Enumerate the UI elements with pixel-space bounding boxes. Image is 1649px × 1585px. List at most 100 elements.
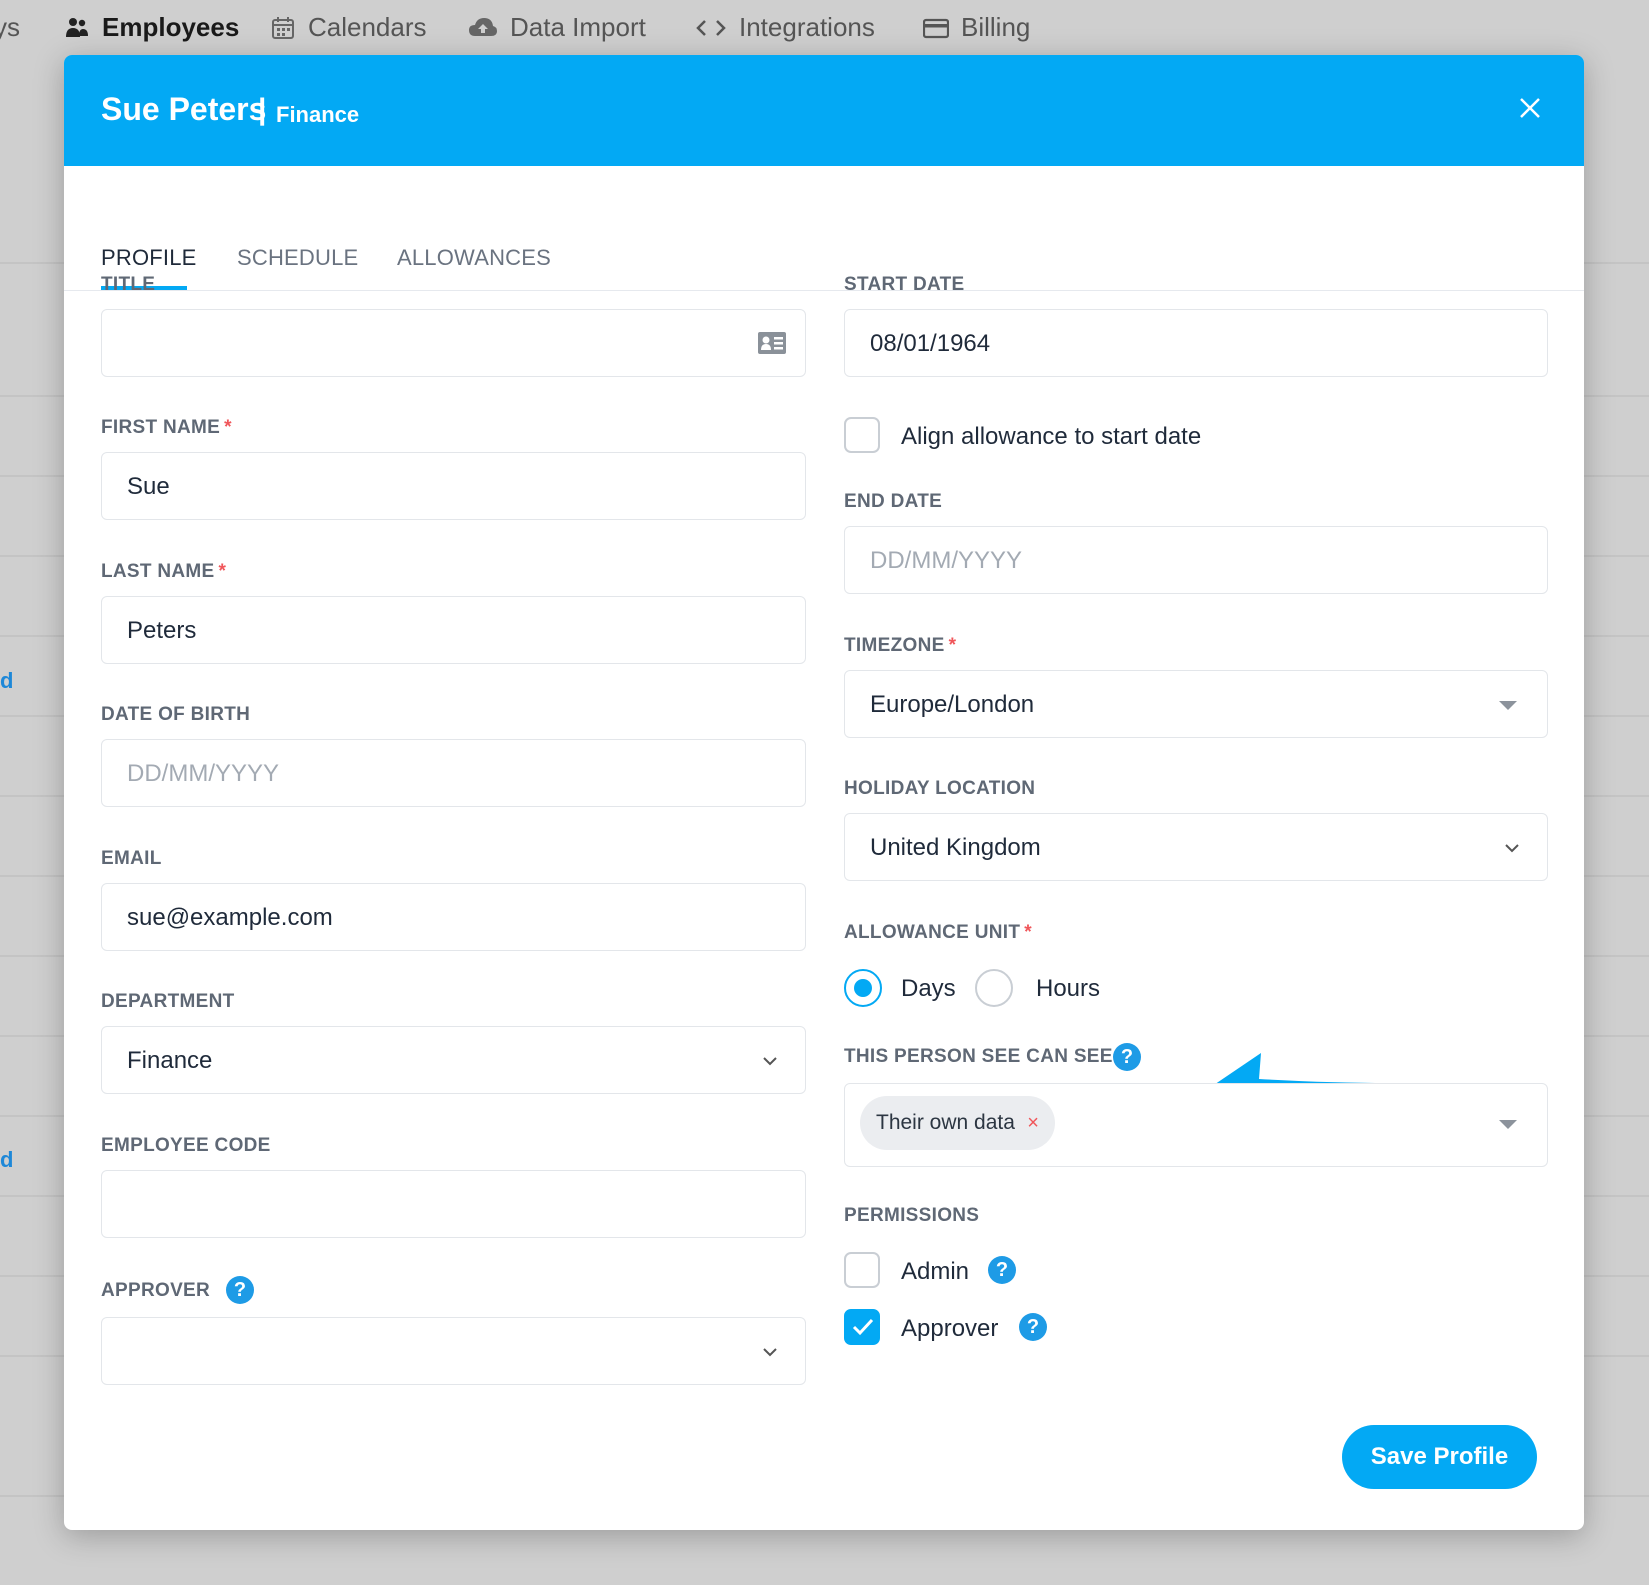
email-field[interactable]: sue@example.com	[101, 883, 806, 951]
nav-item-label: Billing	[961, 12, 1031, 42]
nav-item-partial[interactable]: ys	[0, 12, 20, 43]
department-select[interactable]: Finance	[101, 1026, 806, 1094]
start-date-value: 08/01/1964	[870, 330, 991, 357]
holiday-location-value: United Kingdom	[870, 834, 1041, 861]
holiday-location-label: HOLIDAY LOCATION	[844, 778, 1036, 799]
approver-label: APPROVER	[101, 1280, 211, 1301]
end-date-field[interactable]: DD/MM/YYYY	[844, 526, 1548, 594]
dob-label: DATE OF BIRTH	[101, 704, 251, 725]
modal-header: Sue Peters | Finance	[64, 55, 1584, 166]
title-separator: |	[258, 93, 267, 126]
admin-checkbox-label: Admin	[901, 1258, 970, 1285]
department-value: Finance	[127, 1047, 213, 1074]
employee-name: Sue Peters	[101, 91, 267, 127]
tab-profile[interactable]: PROFILE	[101, 245, 197, 271]
required-marker: *	[224, 417, 232, 438]
cloud-upload-icon	[469, 17, 497, 36]
holiday-location-select[interactable]: United Kingdom	[844, 813, 1548, 881]
employee-department: Finance	[276, 102, 360, 127]
start-date-field[interactable]: 08/01/1964	[844, 309, 1548, 377]
nav-item-integrations[interactable]: Integrations	[695, 12, 875, 43]
required-marker: *	[948, 635, 957, 656]
last-name-label-text: LAST NAME	[101, 561, 215, 582]
nav-item-label: Integrations	[739, 12, 875, 42]
tag-remove-icon[interactable]: ×	[1027, 1112, 1039, 1135]
close-icon[interactable]	[1515, 93, 1545, 123]
days-radio-label: Days	[901, 975, 956, 1002]
first-name-field[interactable]: Sue	[101, 452, 806, 520]
email-value: sue@example.com	[127, 904, 333, 931]
credit-card-icon	[923, 18, 949, 38]
visibility-label: THIS PERSON SEE CAN SEE	[844, 1046, 1113, 1067]
nav-item-label: Data Import	[510, 12, 646, 42]
align-allowance-checkbox[interactable]	[844, 417, 880, 453]
title-field[interactable]	[101, 309, 806, 377]
timezone-label-text: TIMEZONE	[844, 635, 945, 656]
dob-placeholder: DD/MM/YYYY	[127, 760, 280, 787]
calendar-icon	[272, 16, 294, 39]
nav-item-data-import[interactable]: Data Import	[468, 12, 646, 43]
align-allowance-label: Align allowance to start date	[901, 423, 1202, 450]
nav-item-calendars[interactable]: Calendars	[270, 12, 427, 43]
allowance-unit-label: ALLOWANCE UNIT *	[844, 922, 1032, 944]
email-label: EMAIL	[101, 848, 162, 869]
chevron-down-icon	[1505, 844, 1519, 853]
save-profile-button[interactable]: Save Profile	[1342, 1425, 1537, 1489]
allowance-unit-label-text: ALLOWANCE UNIT	[844, 922, 1021, 943]
timezone-value: Europe/London	[870, 691, 1035, 718]
users-icon	[66, 17, 88, 37]
hours-radio[interactable]	[975, 969, 1013, 1007]
permissions-label: PERMISSIONS	[844, 1205, 980, 1226]
nav-item-billing[interactable]: Billing	[923, 12, 1030, 43]
top-navigation: ys Employees Calendars Data Import Integ…	[0, 0, 1649, 56]
checkmark-icon	[852, 1318, 874, 1336]
department-label: DEPARTMENT	[101, 991, 235, 1012]
tab-schedule[interactable]: SCHEDULE	[237, 245, 358, 271]
visibility-multiselect[interactable]: Their own data ×	[844, 1083, 1548, 1167]
end-date-placeholder: DD/MM/YYYY	[870, 547, 1023, 574]
nav-item-employees[interactable]: Employees	[64, 12, 239, 43]
dob-field[interactable]: DD/MM/YYYY	[101, 739, 806, 807]
chevron-down-icon	[763, 1348, 777, 1357]
last-name-value: Peters	[127, 617, 197, 644]
nav-item-partial-label: ys	[0, 12, 20, 42]
code-icon	[696, 19, 726, 36]
bg-link-fragment[interactable]: d	[0, 668, 13, 694]
approver-permission-help-icon[interactable]: ?	[1019, 1313, 1047, 1341]
employee-code-label: EMPLOYEE CODE	[101, 1135, 271, 1156]
chevron-down-icon	[763, 1057, 777, 1066]
visibility-tag-label: Their own data	[876, 1111, 1015, 1134]
approver-checkbox[interactable]	[844, 1309, 880, 1345]
required-marker: *	[218, 561, 227, 582]
title-label: TITLE	[101, 274, 156, 295]
approver-select[interactable]	[101, 1317, 806, 1385]
employee-profile-modal: Sue Peters | Finance PROFILE SCHEDULE AL…	[64, 55, 1584, 1530]
required-marker: *	[1024, 922, 1032, 943]
admin-help-icon[interactable]: ?	[988, 1256, 1016, 1284]
caret-down-icon	[1499, 1120, 1517, 1129]
start-date-label: START DATE	[844, 274, 965, 295]
timezone-select[interactable]: Europe/London	[844, 670, 1548, 738]
visibility-help-icon[interactable]: ?	[1113, 1043, 1141, 1071]
end-date-label: END DATE	[844, 491, 943, 512]
first-name-label: FIRST NAME *	[101, 417, 232, 439]
last-name-label: LAST NAME *	[101, 561, 226, 583]
first-name-value: Sue	[127, 473, 170, 500]
timezone-label: TIMEZONE *	[844, 635, 956, 657]
tab-allowances[interactable]: ALLOWANCES	[397, 245, 551, 271]
admin-checkbox[interactable]	[844, 1252, 880, 1288]
caret-down-icon	[1499, 701, 1517, 710]
contact-card-icon[interactable]	[757, 331, 787, 355]
nav-item-label: Calendars	[308, 12, 427, 42]
first-name-label-text: FIRST NAME	[101, 417, 221, 438]
employee-code-field[interactable]	[101, 1170, 806, 1238]
tab-bar: PROFILE SCHEDULE ALLOWANCES	[64, 166, 1584, 291]
approver-help-icon[interactable]: ?	[226, 1276, 254, 1304]
visibility-tag: Their own data ×	[860, 1096, 1055, 1150]
days-radio[interactable]	[844, 969, 882, 1007]
nav-item-label: Employees	[102, 12, 240, 42]
bg-link-fragment[interactable]: d	[0, 1147, 13, 1173]
last-name-field[interactable]: Peters	[101, 596, 806, 664]
hours-radio-label: Hours	[1036, 975, 1101, 1002]
approver-checkbox-label: Approver	[901, 1315, 999, 1342]
